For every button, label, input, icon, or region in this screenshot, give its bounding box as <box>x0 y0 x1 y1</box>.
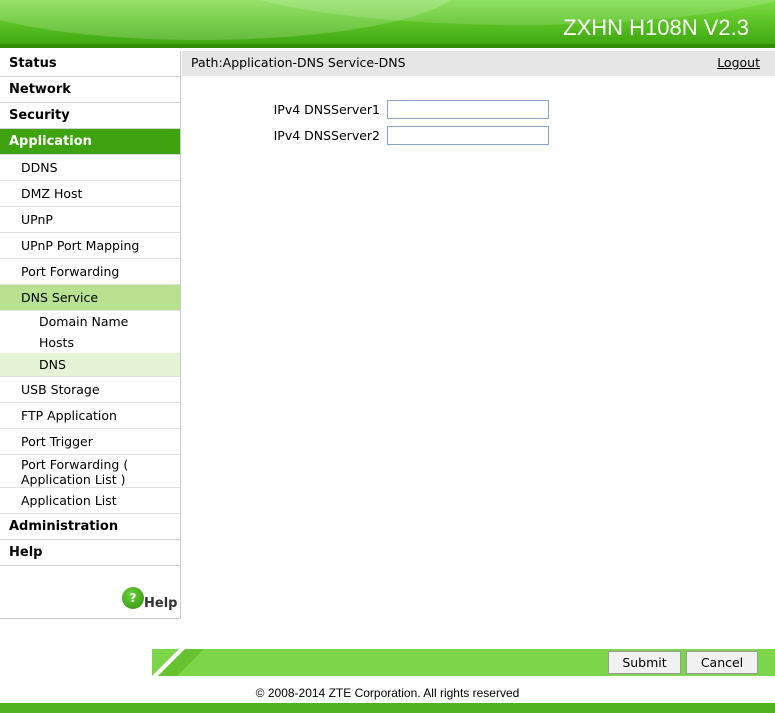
nav-ddns[interactable]: DDNS <box>0 155 180 181</box>
cancel-button[interactable]: Cancel <box>686 651 758 674</box>
nav-network[interactable]: Network <box>0 77 180 103</box>
nav-upnp-port-mapping[interactable]: UPnP Port Mapping <box>0 233 180 259</box>
nav-port-forwarding[interactable]: Port Forwarding <box>0 259 180 285</box>
nav-application[interactable]: Application <box>0 129 180 155</box>
dns-server2-label: IPv4 DNSServer2 <box>273 128 380 143</box>
nav-port-trigger[interactable]: Port Trigger <box>0 429 180 455</box>
nav-usb-storage[interactable]: USB Storage <box>0 377 180 403</box>
footer-bar <box>0 703 775 713</box>
help-label: Help <box>144 596 178 611</box>
nav-ftp-application[interactable]: FTP Application <box>0 403 180 429</box>
help-icon: ? <box>122 587 144 609</box>
dns-server1-row: IPv4 DNSServer1 <box>182 100 775 120</box>
breadcrumb-bar: Path:Application-DNS Service-DNS Logout <box>182 51 775 76</box>
nav-security[interactable]: Security <box>0 103 180 129</box>
action-bar <box>152 649 775 676</box>
nav-port-forwarding-application-list[interactable]: Port Forwarding ( Application List ) <box>0 455 180 488</box>
submit-button[interactable]: Submit <box>608 651 681 674</box>
nav-application-list[interactable]: Application List <box>0 488 180 514</box>
action-bar-stripe <box>152 649 204 676</box>
nav-hosts[interactable]: Hosts <box>0 332 180 353</box>
header-divider <box>0 44 775 48</box>
logout-link[interactable]: Logout <box>717 51 760 74</box>
copyright-text: © 2008-2014 ZTE Corporation. All rights … <box>255 686 520 700</box>
nav-label-line1: Port Forwarding ( <box>21 457 129 472</box>
dns-server2-input[interactable] <box>387 126 549 145</box>
device-model-title: ZXHN H108N V2.3 <box>563 15 749 40</box>
dns-server1-input[interactable] <box>387 100 549 119</box>
breadcrumb: Path:Application-DNS Service-DNS <box>191 55 406 70</box>
nav-administration[interactable]: Administration <box>0 514 180 540</box>
dns-server1-label: IPv4 DNSServer1 <box>273 102 380 117</box>
dns-server2-row: IPv4 DNSServer2 <box>182 126 775 146</box>
nav-domain-name[interactable]: Domain Name <box>0 311 180 332</box>
sidebar: Status Network Security Application DDNS… <box>0 51 181 619</box>
nav-dns[interactable]: DNS <box>0 353 180 377</box>
nav-dmz-host[interactable]: DMZ Host <box>0 181 180 207</box>
nav-upnp[interactable]: UPnP <box>0 207 180 233</box>
nav-dns-service[interactable]: DNS Service <box>0 285 180 311</box>
header-banner: ZXHN H108N V2.3 <box>0 0 775 48</box>
nav-help[interactable]: Help <box>0 540 180 566</box>
nav-status[interactable]: Status <box>0 51 180 77</box>
nav-label-line2: Application List ) <box>21 472 126 487</box>
